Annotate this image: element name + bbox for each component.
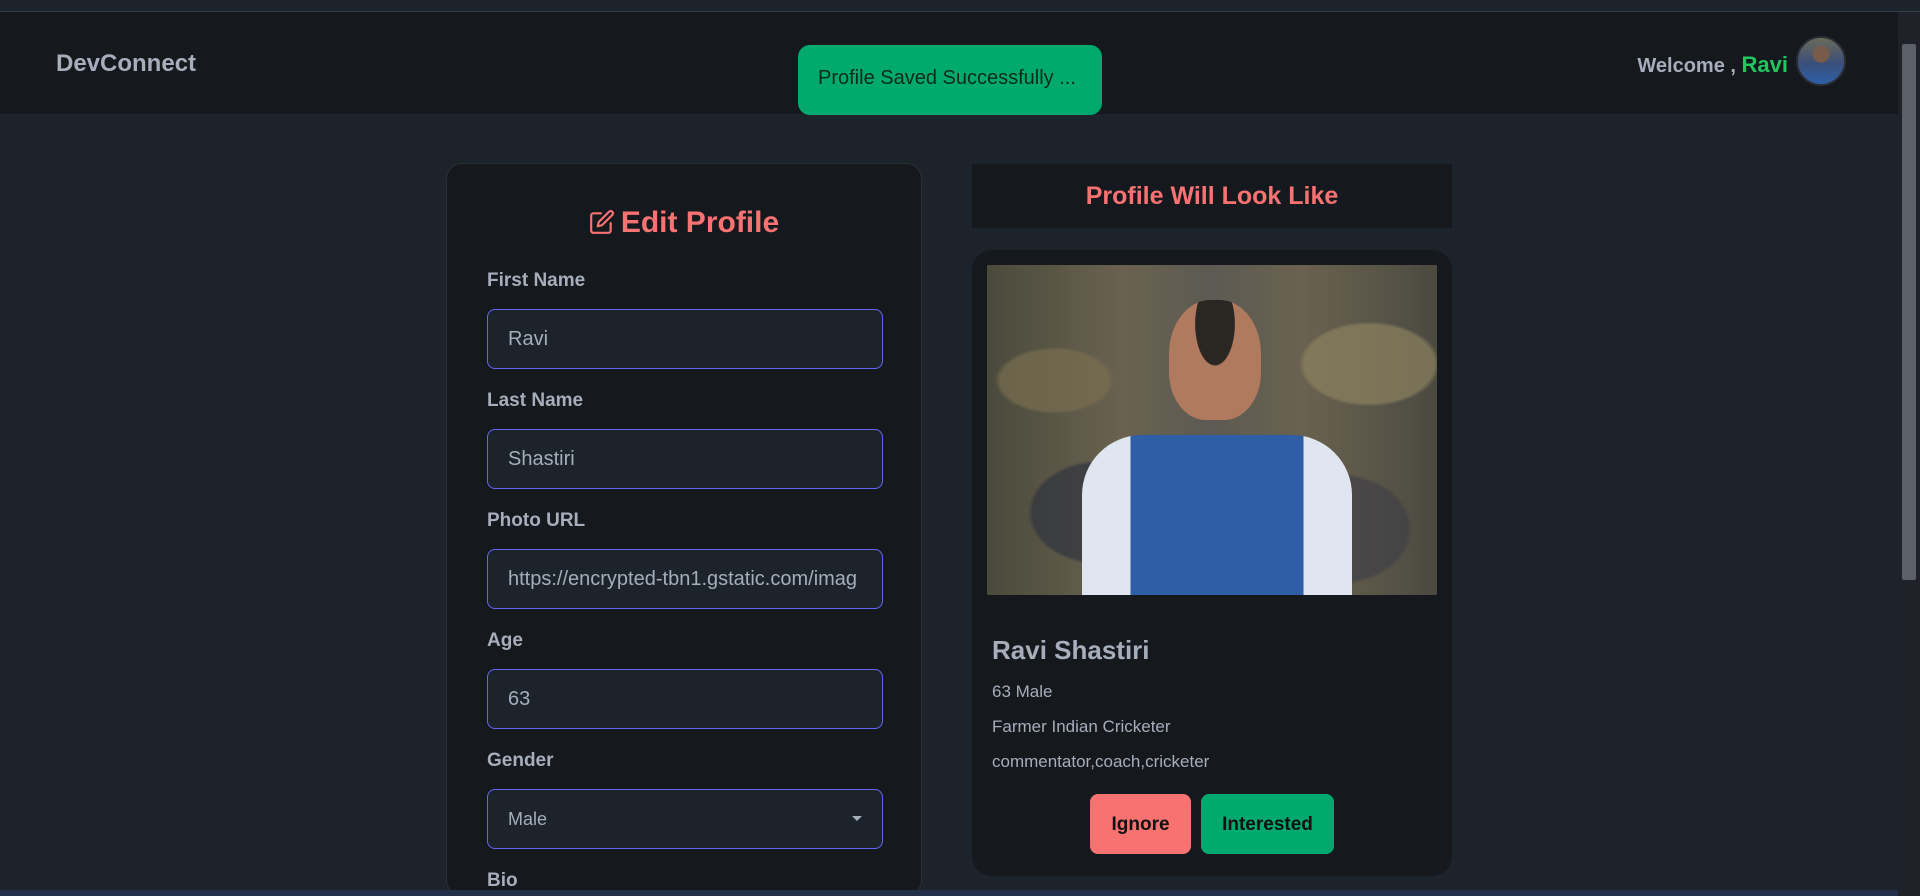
user-avatar[interactable] <box>1796 36 1846 86</box>
gender-label: Gender <box>487 750 554 771</box>
gender-select[interactable]: Male <box>487 789 883 849</box>
edit-icon <box>589 210 614 234</box>
welcome-prefix: Welcome , <box>1637 55 1736 77</box>
photo-person-body <box>1082 435 1352 595</box>
photo-url-label: Photo URL <box>487 510 586 531</box>
chevron-down-icon <box>852 816 862 821</box>
age-input[interactable]: 63 <box>487 669 883 729</box>
preview-header: Profile Will Look Like <box>972 164 1452 228</box>
bio-label: Bio <box>487 870 518 891</box>
photo-person-head <box>1169 300 1261 420</box>
preview-about: Farmer Indian Cricketer <box>992 717 1171 736</box>
last-name-input[interactable]: Shastiri <box>487 429 883 489</box>
preview-name: Ravi Shastiri <box>992 635 1150 665</box>
first-name-label: First Name <box>487 270 586 291</box>
welcome-text: Welcome , Ravi <box>1637 52 1788 78</box>
photo-url-input[interactable]: https://encrypted-tbn1.gstatic.com/imag <box>487 549 883 609</box>
profile-photo <box>987 265 1437 595</box>
edit-profile-title-text: Edit Profile <box>620 206 780 239</box>
gender-select-value: Male <box>508 809 548 829</box>
bottom-strip <box>0 890 1898 896</box>
brand-logo[interactable]: DevConnect <box>56 50 196 78</box>
last-name-label: Last Name <box>487 390 584 411</box>
interested-button[interactable]: Interested <box>1201 794 1334 854</box>
navbar: DevConnect Profile Saved Successfully ..… <box>0 12 1898 115</box>
profile-preview-card: Ravi Shastiri 63 Male Farmer Indian Cric… <box>972 250 1452 876</box>
edit-profile-title: Edit Profile <box>447 206 921 240</box>
edit-profile-card: Edit Profile First Name Ravi Last Name S… <box>446 163 922 896</box>
ignore-button[interactable]: Ignore <box>1090 794 1191 854</box>
first-name-input[interactable]: Ravi <box>487 309 883 369</box>
age-label: Age <box>487 630 523 651</box>
window-top-strip <box>0 0 1920 12</box>
success-toast: Profile Saved Successfully ... <box>798 45 1102 115</box>
welcome-user-name: Ravi <box>1741 52 1788 77</box>
preview-age-gender: 63 Male <box>992 682 1053 701</box>
scrollbar-thumb[interactable] <box>1902 44 1916 580</box>
preview-skills: commentator,coach,cricketer <box>992 752 1210 771</box>
scrollbar[interactable] <box>1898 12 1920 896</box>
